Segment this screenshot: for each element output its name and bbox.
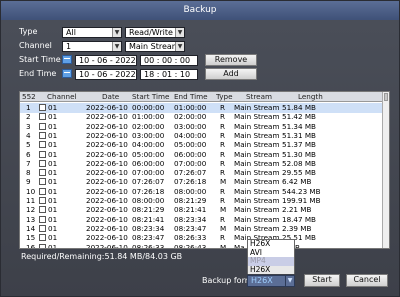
table-row[interactable]: 14 01 2022-06-10 08:23:34 08:23:47 M Main Stre… [20, 224, 384, 234]
start-time-field[interactable]: 00 : 00 : 00 [140, 55, 198, 66]
cell-type: M [220, 242, 227, 249]
type-mode-select[interactable]: Read/Write ▼ [125, 27, 185, 38]
table-row[interactable]: 2 01 2022-06-10 01:00:00 02:00:00 R Main Strea… [20, 112, 384, 122]
type-select[interactable]: All ▼ [62, 27, 122, 38]
row-checkbox[interactable] [39, 197, 46, 204]
format-option-h26x-selected[interactable]: H26X [248, 265, 294, 274]
table-row[interactable]: 15 01 2022-06-10 08:23:47 08:26:33 R Main Stre… [20, 233, 384, 243]
end-time-field[interactable]: 18 : 01 : 10 [140, 69, 198, 80]
stream-select-value: Main Stream [129, 42, 180, 51]
type-select-value: All [66, 28, 76, 37]
cell-stream: Ma [234, 242, 245, 249]
table-header: 552 Channel Date Start Time End Time Typ… [20, 92, 384, 102]
row-checkbox[interactable] [39, 150, 46, 158]
scrollbar-thumb[interactable] [384, 93, 388, 101]
backup-window: Backup Type All ▼ Read/Write ▼ Channel 1… [0, 0, 400, 297]
channel-select[interactable]: 1 ▼ [62, 41, 122, 52]
table-row[interactable]: 10 01 2022-06-10 07:26:18 08:00:00 R Main Stre… [20, 187, 384, 197]
chevron-down-icon: ▼ [175, 28, 184, 37]
col-end-time[interactable]: End Time [174, 92, 208, 102]
channel-label: Channel [19, 41, 52, 50]
backup-format-value: H26X [251, 276, 273, 285]
table-row[interactable]: 4 01 2022-06-10 03:00:00 04:00:00 R Main Strea… [20, 131, 384, 141]
row-checkbox[interactable] [39, 104, 46, 111]
row-checkbox[interactable] [39, 113, 46, 121]
col-date[interactable]: Date [102, 92, 119, 102]
chevron-down-icon: ▼ [285, 276, 294, 286]
chevron-down-icon: ▼ [175, 42, 184, 51]
start-date-field[interactable]: 10 - 06 - 2022 [75, 55, 137, 66]
row-checkbox[interactable] [39, 159, 46, 167]
row-checkbox[interactable] [39, 122, 46, 130]
end-date-field[interactable]: 10 - 06 - 2022 [75, 69, 137, 80]
cell-start: 08:26:33 [132, 242, 165, 249]
col-type[interactable]: Type [216, 92, 233, 102]
table-scrollbar[interactable] [382, 92, 389, 248]
row-checkbox[interactable] [39, 224, 46, 232]
end-time-label: End Time [19, 69, 57, 78]
remove-button[interactable]: Remove [205, 54, 257, 66]
row-checkbox[interactable] [39, 131, 46, 139]
table-row[interactable]: 6 01 2022-06-10 05:00:00 06:00:00 R Main Strea… [20, 150, 384, 160]
table-row[interactable]: 16012022-06-1008:26:3308:26:43MMa2 MB [20, 242, 384, 249]
table-row[interactable]: 11 01 2022-06-10 08:00:00 08:21:29 R Main Stre… [20, 196, 384, 206]
storage-status: Required/Remaining:51.84 MB/84.03 GB [21, 252, 183, 261]
col-start-time[interactable]: Start Time [132, 92, 169, 102]
cell-end: 08:26:43 [174, 242, 207, 249]
type-label: Type [19, 27, 38, 36]
col-stream[interactable]: Stream [246, 92, 272, 102]
format-dropdown-menu: H26X AVI MP4 H26X [247, 239, 295, 274]
table-row[interactable]: 9 01 2022-06-10 07:26:07 07:26:18 M Main Strea… [20, 177, 384, 187]
cancel-button[interactable]: Cancel [346, 274, 388, 287]
cell-n: 16 [26, 242, 36, 249]
col-channel[interactable]: Channel [47, 92, 77, 102]
row-checkbox[interactable] [39, 178, 46, 186]
col-length[interactable]: Length [298, 92, 323, 102]
calendar-icon[interactable] [62, 69, 72, 78]
table-row[interactable]: 1 01 2022-06-10 00:00:00 01:00:00 R Main Strea… [20, 103, 384, 113]
row-checkbox[interactable] [39, 169, 46, 177]
start-button[interactable]: Start [304, 274, 340, 287]
row-checkbox[interactable] [39, 243, 46, 248]
row-checkbox[interactable] [39, 187, 46, 195]
chevron-down-icon: ▼ [112, 42, 121, 51]
channel-select-value: 1 [66, 42, 72, 51]
table-row[interactable]: 7 01 2022-06-10 06:00:00 07:00:00 R Main Strea… [20, 159, 384, 169]
table-row[interactable]: 13 01 2022-06-10 08:21:41 08:23:34 R Main Stre… [20, 215, 384, 225]
backup-format-select[interactable]: H26X ▼ [247, 275, 295, 287]
table-row[interactable]: 3 01 2022-06-10 02:00:00 03:00:00 R Main Strea… [20, 122, 384, 132]
chevron-down-icon: ▼ [112, 28, 121, 37]
row-checkbox[interactable] [39, 206, 46, 214]
table-row[interactable]: 8 01 2022-06-10 07:00:00 07:26:07 R Main Strea… [20, 168, 384, 178]
row-checkbox[interactable] [39, 215, 46, 223]
start-time-label: Start Time [19, 55, 61, 64]
stream-select[interactable]: Main Stream ▼ [125, 41, 185, 52]
cell-ch: 01 [48, 242, 58, 249]
calendar-icon[interactable] [62, 55, 72, 64]
cell-date: 2022-06-10 [86, 242, 128, 249]
table-row[interactable]: 5 01 2022-06-10 04:00:00 05:00:00 R Main Strea… [20, 140, 384, 150]
recordings-table: 552 Channel Date Start Time End Time Typ… [19, 91, 390, 249]
window-title: Backup [1, 1, 399, 20]
type-mode-value: Read/Write [129, 28, 173, 37]
row-count: 552 [22, 92, 36, 101]
table-row[interactable]: 12 01 2022-06-10 08:21:29 08:21:41 M Main Stre… [20, 205, 384, 215]
add-button[interactable]: Add [205, 68, 257, 80]
row-checkbox[interactable] [39, 234, 46, 242]
row-checkbox[interactable] [39, 141, 46, 149]
